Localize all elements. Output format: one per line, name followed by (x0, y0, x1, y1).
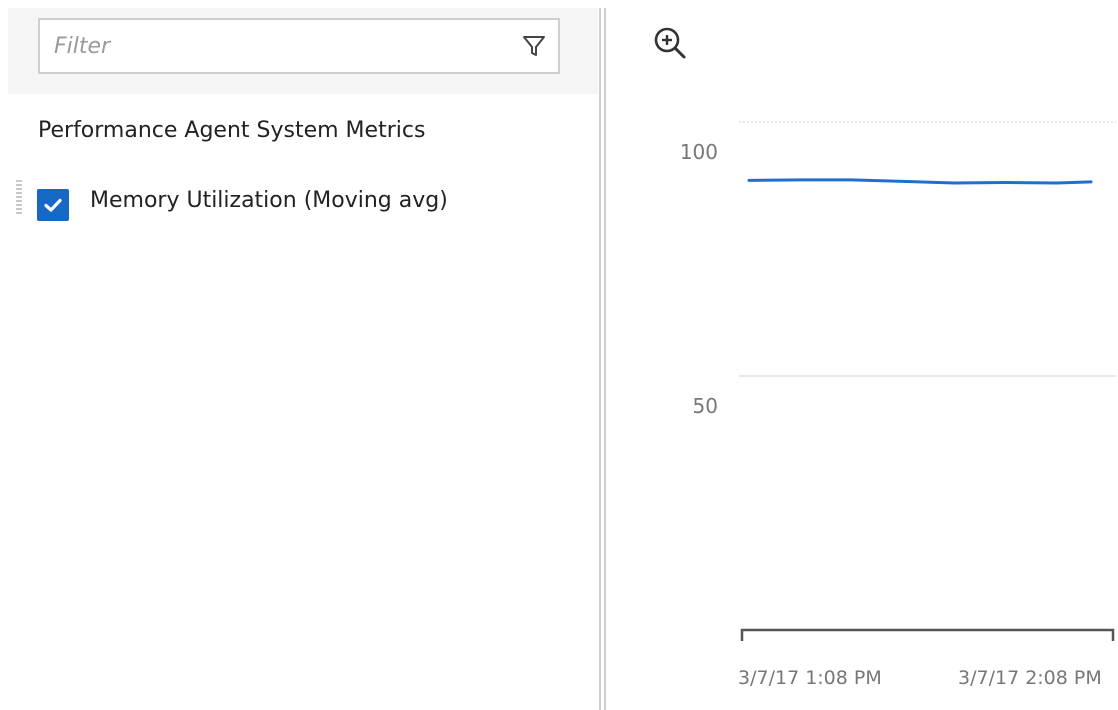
panel-splitter[interactable] (599, 8, 607, 710)
splitter-line (604, 8, 606, 710)
series-line-0[interactable] (747, 178, 1093, 185)
metric-group-title: Performance Agent System Metrics (38, 118, 426, 143)
y-tick-label: 50 (693, 394, 718, 418)
filter-bar (8, 8, 598, 94)
x-tick-label: 3/7/17 1:08 PM (738, 667, 882, 689)
x-axis-line (740, 628, 1115, 641)
checkmark-icon (44, 198, 62, 212)
metric-checkbox[interactable] (37, 189, 69, 221)
metrics-panel: Performance Agent System Metrics (0, 0, 600, 710)
gridlines (739, 121, 1116, 377)
x-axis: 3/7/17 1:08 PM 3/7/17 2:08 PM (738, 628, 1115, 689)
metric-label: Memory Utilization (Moving avg) (90, 188, 448, 213)
chart-area: 100 50 3/7/17 1:08 PM 3/7/17 2:08 PM (608, 0, 1118, 710)
drag-handle-icon[interactable] (16, 180, 22, 214)
metric-item-memory-utilization[interactable]: Memory Utilization (Moving avg) (12, 176, 572, 232)
filter-icon[interactable] (520, 32, 548, 60)
line-chart: 100 50 3/7/17 1:08 PM 3/7/17 2:08 PM (680, 121, 1116, 689)
filter-box (38, 18, 560, 74)
performance-graph-view: Performance Agent System Metrics (0, 0, 1118, 710)
x-tick-label: 3/7/17 2:08 PM (958, 667, 1102, 689)
y-axis-ticks: 100 50 (680, 140, 718, 418)
splitter-line (599, 8, 601, 710)
filter-input[interactable] (54, 28, 494, 64)
y-tick-label: 100 (680, 140, 718, 164)
series-layer (747, 178, 1093, 185)
